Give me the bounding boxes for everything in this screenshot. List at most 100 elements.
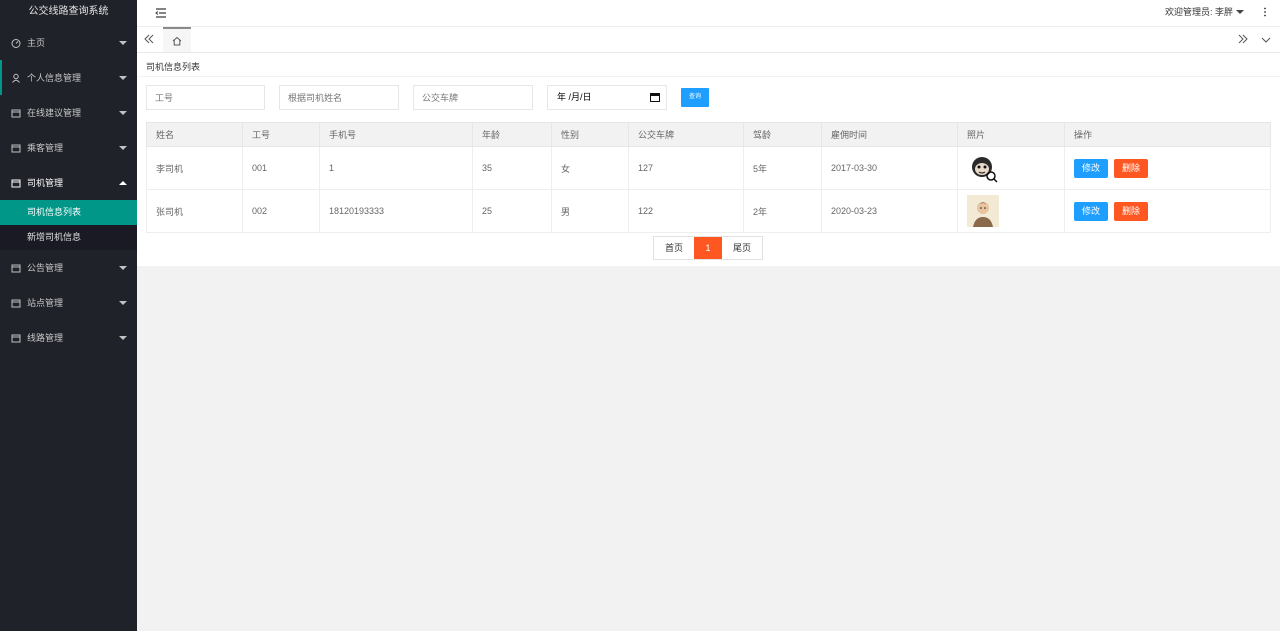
column-header[interactable]: 年龄	[472, 122, 552, 147]
cell-phone: 18120193333	[319, 189, 473, 233]
cell-actions: 修改 删除	[1064, 189, 1271, 233]
double-chevron-right-icon[interactable]	[1237, 33, 1249, 45]
edit-button[interactable]: 修改	[1074, 158, 1108, 178]
top-header: 欢迎管理员: 李胖	[137, 0, 1280, 27]
driver-photo	[967, 195, 999, 227]
column-header[interactable]: 姓名	[146, 122, 243, 147]
delete-button[interactable]: 删除	[1114, 201, 1148, 221]
chevron-down-icon	[119, 300, 127, 305]
column-header[interactable]: 公交车牌	[628, 122, 744, 147]
search-button[interactable]: 查询	[681, 88, 709, 107]
dashboard-icon	[11, 38, 21, 48]
table-header-row: 姓名 工号 手机号 年龄 性别 公交车牌 驾龄 雇佣时间 照片 操作	[146, 122, 1271, 147]
driver-table: 姓名 工号 手机号 年龄 性别 公交车牌 驾龄 雇佣时间 照片 操作 李司机 0…	[146, 122, 1271, 233]
sidebar-item-passengers[interactable]: 乘客管理	[0, 130, 137, 165]
pagination: 首页 1 尾页	[653, 236, 763, 260]
app-title: 公交线路查询系统	[28, 6, 109, 17]
cell-driving-years: 5年	[743, 146, 822, 190]
cell-plate: 127	[628, 146, 744, 190]
main-card: 司机信息列表 年 /月/日 查询 姓名 工号 手机号 年龄 性别 公交车牌 驾龄…	[137, 53, 1280, 266]
sidebar-subitem-driver-list[interactable]: 司机信息列表	[0, 200, 137, 225]
sidebar-item-profile[interactable]: 个人信息管理	[0, 60, 137, 95]
menu-toggle-icon[interactable]	[154, 6, 168, 20]
divider	[137, 76, 1280, 77]
user-menu[interactable]: 欢迎管理员: 李胖	[1165, 0, 1244, 24]
table-row: 张司机 002 18120193333 25 男 122 2年 2020-03-…	[146, 189, 1271, 233]
sidebar-item-home[interactable]: 主页	[0, 25, 137, 60]
sidebar-item-routes[interactable]: 线路管理	[0, 320, 137, 355]
column-header[interactable]: 操作	[1064, 122, 1271, 147]
sidebar-item-label: 个人信息管理	[27, 73, 82, 83]
cell-age: 25	[472, 189, 552, 233]
sidebar-item-label: 司机管理	[27, 178, 64, 188]
sidebar-item-label: 站点管理	[27, 298, 64, 308]
edit-button[interactable]: 修改	[1074, 201, 1108, 221]
user-greeting: 欢迎管理员: 李胖	[1164, 7, 1233, 17]
calendar-icon	[11, 333, 21, 343]
tab-bar	[137, 27, 1280, 53]
chevron-down-icon	[119, 75, 127, 80]
calendar-icon	[11, 143, 21, 153]
calendar-icon[interactable]	[650, 93, 660, 102]
table-row: 李司机 001 1 35 女 127 5年 2017-03-30 修改 删除	[146, 146, 1271, 190]
sidebar-item-label: 在线建议管理	[27, 108, 82, 118]
cell-phone: 1	[319, 146, 473, 190]
sidebar-subitem-add-driver[interactable]: 新增司机信息	[0, 225, 137, 250]
delete-button[interactable]: 删除	[1114, 158, 1148, 178]
bus-plate-input[interactable]	[413, 85, 533, 110]
calendar-icon	[11, 178, 21, 188]
cell-hire-date: 2017-03-30	[821, 146, 958, 190]
chevron-down-icon	[119, 40, 127, 45]
sidebar-item-stations[interactable]: 站点管理	[0, 285, 137, 320]
job-number-input[interactable]	[146, 85, 265, 110]
cell-job-no: 001	[242, 146, 320, 190]
sidebar-item-label: 公告管理	[27, 263, 64, 273]
page-title: 司机信息列表	[146, 62, 201, 72]
last-page-button[interactable]: 尾页	[722, 237, 762, 259]
caret-down-icon	[1236, 10, 1244, 14]
cell-job-no: 002	[242, 189, 320, 233]
hire-date-input[interactable]: 年 /月/日	[547, 85, 667, 110]
sidebar-item-drivers[interactable]: 司机管理	[0, 165, 137, 200]
column-header[interactable]: 驾龄	[743, 122, 822, 147]
chevron-up-icon	[119, 180, 127, 185]
current-page[interactable]: 1	[694, 237, 722, 259]
more-vertical-icon[interactable]	[1262, 6, 1268, 18]
cell-driving-years: 2年	[743, 189, 822, 233]
chevron-down-icon[interactable]	[1260, 34, 1272, 46]
cell-plate: 122	[628, 189, 744, 233]
column-header[interactable]: 性别	[551, 122, 629, 147]
first-page-button[interactable]: 首页	[654, 237, 694, 259]
column-header[interactable]: 工号	[242, 122, 320, 147]
double-chevron-left-icon[interactable]	[143, 33, 155, 45]
cell-gender: 女	[551, 146, 629, 190]
home-icon	[172, 36, 182, 45]
cell-age: 35	[472, 146, 552, 190]
chevron-down-icon	[119, 110, 127, 115]
calendar-icon	[11, 108, 21, 118]
date-value: 年 /月/日	[557, 92, 592, 102]
calendar-icon	[11, 298, 21, 308]
sidebar-submenu: 司机信息列表 新增司机信息	[0, 200, 137, 250]
tab-home[interactable]	[163, 27, 191, 52]
column-header[interactable]: 手机号	[319, 122, 473, 147]
driver-photo	[967, 152, 999, 184]
sidebar-item-label: 线路管理	[27, 333, 64, 343]
sidebar-item-label: 主页	[27, 38, 46, 48]
cell-name: 李司机	[146, 146, 243, 190]
cell-photo	[957, 146, 1065, 190]
cell-photo	[957, 189, 1065, 233]
column-header[interactable]: 照片	[957, 122, 1065, 147]
user-icon	[11, 73, 21, 83]
chevron-down-icon	[119, 265, 127, 270]
chevron-down-icon	[119, 335, 127, 340]
driver-name-input[interactable]	[279, 85, 399, 110]
calendar-icon	[11, 263, 21, 273]
cell-gender: 男	[551, 189, 629, 233]
sidebar: 公交线路查询系统 主页 个人信息管理 在线建议管理 乘客管理 司机管理 司机信息…	[0, 0, 137, 631]
column-header[interactable]: 雇佣时间	[821, 122, 958, 147]
sidebar-item-suggestions[interactable]: 在线建议管理	[0, 95, 137, 130]
cell-name: 张司机	[146, 189, 243, 233]
sidebar-item-notices[interactable]: 公告管理	[0, 250, 137, 285]
cell-actions: 修改 删除	[1064, 146, 1271, 190]
